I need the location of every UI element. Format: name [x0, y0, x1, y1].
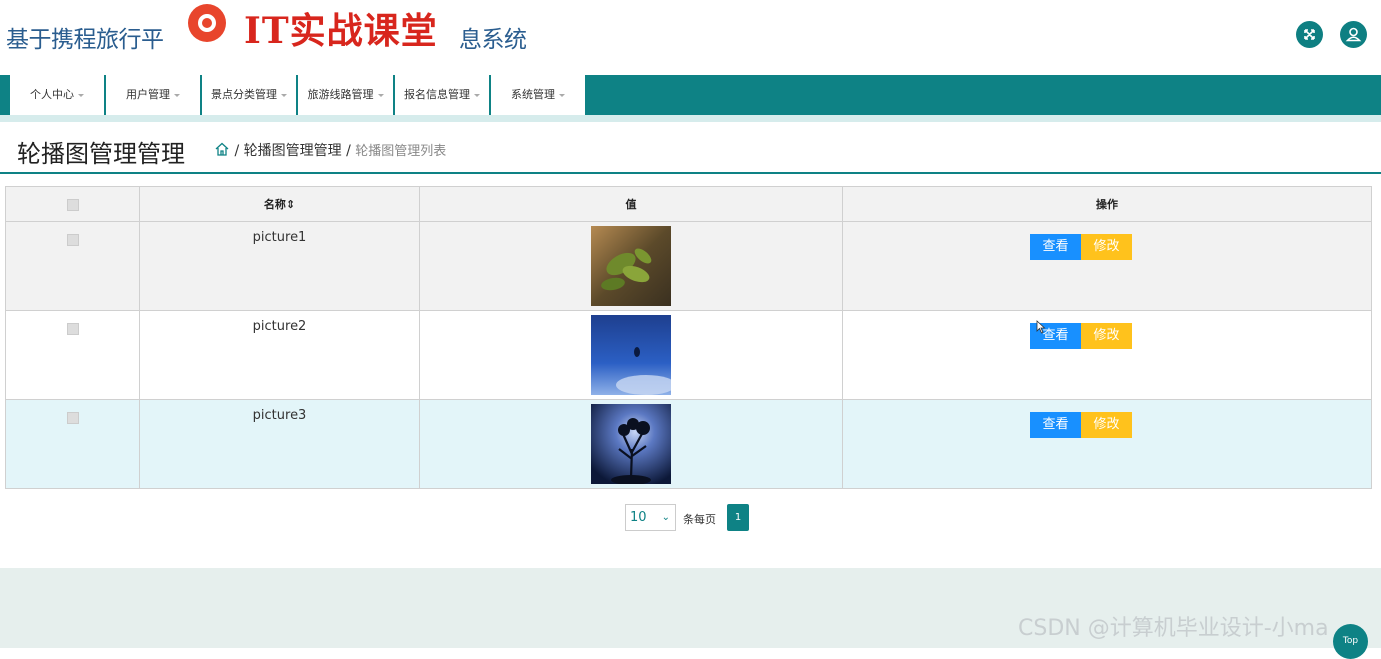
nav-item-system-management[interactable]: 系统管理	[491, 75, 586, 115]
value-cell	[419, 310, 843, 400]
page-size-select[interactable]: 10 ⌄	[625, 504, 676, 531]
column-label: 名称	[263, 198, 286, 211]
tree-moon-photo	[591, 404, 671, 484]
edit-button[interactable]: 修改	[1081, 323, 1132, 349]
breadcrumb: / 轮播图管理管理 / 轮播图管理列表	[214, 140, 446, 160]
nav-divider	[0, 115, 1381, 122]
carousel-table: 名称⇕ 值 操作 picture1 查看 修改 picture2 查看 修改 p…	[5, 186, 1372, 489]
breadcrumb-section[interactable]: 轮播图管理管理	[244, 143, 342, 159]
view-button[interactable]: 查看	[1030, 412, 1081, 438]
breadcrumb-separator: /	[346, 143, 351, 159]
table-row: picture1 查看 修改	[5, 221, 1372, 311]
name-cell: picture3	[139, 399, 420, 489]
actions-cell: 查看 修改	[842, 399, 1372, 489]
overlay-logo-text: IT实战课堂	[244, 10, 438, 52]
view-button[interactable]: 查看	[1030, 234, 1081, 260]
column-label: 操作	[1096, 198, 1118, 211]
actions-cell: 查看 修改	[842, 310, 1372, 400]
caret-down-icon	[174, 93, 180, 97]
blue-sky-photo	[591, 315, 671, 395]
select-all-checkbox[interactable]	[66, 198, 79, 211]
value-cell	[419, 221, 843, 311]
caret-down-icon	[281, 93, 287, 97]
nav-item-label: 景点分类管理	[211, 88, 277, 101]
nav-item-user-management[interactable]: 用户管理	[106, 75, 201, 115]
actions-cell: 查看 修改	[842, 221, 1372, 311]
row-checkbox[interactable]	[66, 234, 79, 246]
mouse-cursor-icon	[1036, 320, 1046, 334]
column-header-actions: 操作	[842, 186, 1372, 222]
sort-icon: ⇕	[285, 198, 296, 211]
row-checkbox[interactable]	[66, 412, 79, 424]
row-checkbox[interactable]	[66, 323, 79, 335]
table-row: picture3 查看 修改	[5, 399, 1372, 489]
caret-down-icon	[377, 93, 384, 97]
select-all-header	[5, 186, 140, 222]
nav-item-route-management[interactable]: 旅游线路管理	[298, 75, 394, 115]
system-title-left: 基于携程旅行平	[6, 27, 164, 53]
breadcrumb-separator: /	[234, 143, 240, 159]
overlay-logo-banner: IT实战课堂	[178, 0, 458, 52]
value-cell	[419, 399, 843, 489]
page-size-value: 10	[630, 510, 647, 525]
page-title: 轮播图管理管理	[17, 140, 185, 168]
row-select-cell	[5, 399, 140, 489]
system-title-right: 息系统	[459, 27, 527, 53]
back-to-top-button[interactable]: Top	[1333, 624, 1368, 659]
column-label: 值	[625, 198, 637, 211]
name-cell: picture1	[139, 221, 420, 311]
table-row: picture2 查看 修改	[5, 310, 1372, 400]
caret-down-icon	[78, 93, 84, 97]
fullscreen-icon[interactable]	[1296, 21, 1323, 48]
nav-item-signup-management[interactable]: 报名信息管理	[395, 75, 490, 115]
top-nav-bar: 个人中心 用户管理 景点分类管理 旅游线路管理 报名信息管理 系统管理	[0, 75, 1381, 115]
column-header-value: 值	[419, 186, 843, 222]
nav-item-personal-center[interactable]: 个人中心	[10, 75, 105, 115]
title-underline	[0, 172, 1381, 174]
home-icon[interactable]	[214, 141, 230, 157]
edit-button[interactable]: 修改	[1081, 412, 1132, 438]
nav-item-label: 报名信息管理	[404, 88, 470, 101]
caret-down-icon	[474, 93, 480, 97]
plant-leaves-photo	[591, 226, 671, 306]
nav-item-label: 旅游线路管理	[307, 88, 374, 101]
csdn-watermark: CSDN @计算机毕业设计-小ma	[1018, 616, 1329, 641]
nav-item-label: 系统管理	[511, 88, 555, 101]
breadcrumb-current: 轮播图管理列表	[355, 144, 447, 159]
page-number-button[interactable]: 1	[727, 504, 749, 531]
table-header-row: 名称⇕ 值 操作	[5, 186, 1372, 222]
nav-item-scenic-category[interactable]: 景点分类管理	[202, 75, 297, 115]
user-icon[interactable]	[1340, 21, 1367, 48]
chevron-down-icon: ⌄	[661, 512, 670, 523]
nav-item-label: 个人中心	[30, 88, 74, 101]
column-header-name[interactable]: 名称⇕	[139, 186, 420, 222]
edit-button[interactable]: 修改	[1081, 234, 1132, 260]
per-page-label: 条每页	[683, 513, 716, 526]
app-header: 基于携程旅行平 IT实战课堂 息系统	[0, 0, 1381, 75]
row-select-cell	[5, 310, 140, 400]
chrome-logo-icon	[188, 4, 226, 42]
row-select-cell	[5, 221, 140, 311]
caret-down-icon	[559, 93, 565, 97]
name-cell: picture2	[139, 310, 420, 400]
nav-item-label: 用户管理	[126, 88, 170, 101]
